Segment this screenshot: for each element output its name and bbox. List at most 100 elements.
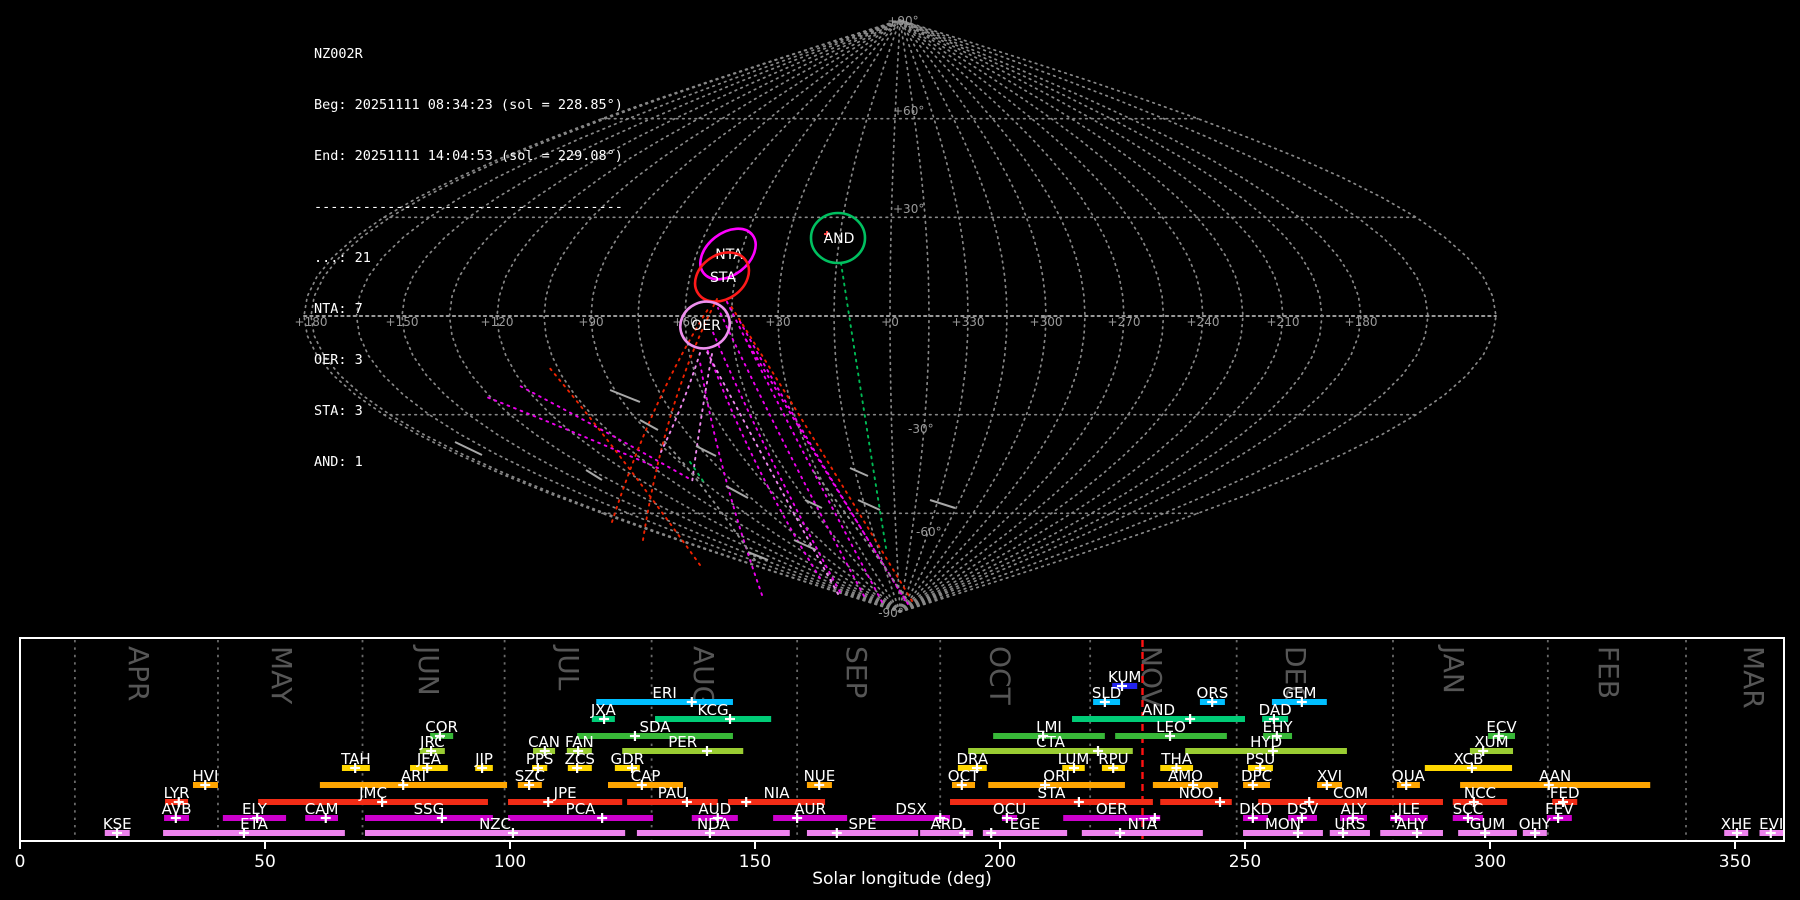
shower-label-NDA: NDA [697, 815, 731, 833]
shower-label-GUM: GUM [1470, 815, 1506, 833]
count-nta: NTA: 7 [314, 301, 363, 317]
month-label-JUN: JUN [412, 644, 445, 696]
shower-label-JEA: JEA [416, 750, 442, 768]
shower-label-XCB: XCB [1453, 750, 1483, 768]
shower-label-AAN: AAN [1539, 767, 1571, 785]
shower-label-AMO: AMO [1168, 767, 1203, 785]
sporadic-meteor [929, 499, 956, 509]
separator: -------------------------------------- [314, 199, 623, 215]
x-tick-label-50: 50 [254, 852, 276, 872]
shower-label-SSG: SSG [414, 800, 445, 818]
shower-label-EGE: EGE [1010, 815, 1041, 833]
x-tick-label-350: 350 [1719, 852, 1751, 872]
begin-time: Beg: 20251111 08:34:23 (sol = 228.85°) [314, 97, 623, 113]
month-label-JUL: JUL [552, 644, 585, 691]
x-tick-label-150: 150 [739, 852, 771, 872]
shower-label-KCG: KCG [698, 701, 729, 719]
x-tick-label-0: 0 [15, 852, 26, 872]
shower-label-OCT: OCT [948, 767, 980, 785]
shower-label-CAP: CAP [631, 767, 661, 785]
shower-label-PER: PER [668, 733, 697, 751]
meteor-trail [663, 440, 756, 561]
month-label-JAN: JAN [1437, 644, 1470, 694]
month-label-MAY: MAY [265, 646, 298, 705]
count-sta: STA: 3 [314, 403, 363, 419]
sporadic-meteor [747, 551, 769, 561]
shower-label-AHY: AHY [1396, 815, 1428, 833]
shower-label-PPS: PPS [526, 750, 554, 768]
lat-label: +60° [893, 104, 924, 118]
shower-label-CTA: CTA [1036, 733, 1065, 751]
x-tick-label-100: 100 [494, 852, 526, 872]
count-oer: OER: 3 [314, 352, 363, 368]
lat-label: +90° [887, 14, 918, 28]
radiant-label-OER: OER [691, 318, 721, 334]
shower-label-OER: OER [1096, 800, 1128, 818]
shower-label-JIP: JIP [474, 750, 493, 768]
shower-label-STA: STA [1038, 784, 1067, 802]
lon-label: +270 [1108, 315, 1141, 329]
shower-label-HYD: HYD [1250, 733, 1282, 751]
x-tick-label-300: 300 [1474, 852, 1506, 872]
lon-label: +30 [765, 315, 790, 329]
shower-label-GEM: GEM [1282, 684, 1316, 702]
shower-label-ARI: ARI [401, 767, 426, 785]
lon-label: +180 [1345, 315, 1378, 329]
shower-label-URS: URS [1334, 815, 1365, 833]
radiant-map-screen: { "header": { "lines": [ "NZ002R", "Beg:… [0, 0, 1800, 900]
station-id: NZ002R [314, 46, 363, 62]
count-sporadic: ...: 21 [314, 250, 371, 266]
shower-label-AND: AND [1142, 701, 1175, 719]
meteor-trail [840, 262, 887, 549]
shower-label-SDA: SDA [640, 718, 672, 736]
shower-label-ORI: ORI [1043, 767, 1070, 785]
shower-label-FAN: FAN [565, 733, 594, 751]
sporadic-meteor [849, 467, 869, 477]
shower-label-DRA: DRA [956, 750, 988, 768]
shower-label-ARD: ARD [930, 815, 962, 833]
lat-label: -30° [908, 422, 934, 436]
shower-label-XUM: XUM [1474, 733, 1508, 751]
shower-label-XVI: XVI [1317, 767, 1342, 785]
radiant-label-AND: AND [824, 231, 855, 247]
shower-label-DAD: DAD [1259, 701, 1292, 719]
shower-label-NIA: NIA [764, 784, 791, 802]
lon-label: +300 [1030, 315, 1063, 329]
stage: +180 +150 +120 +90 +60 +30 +0 +330 +300 +270 +240 +… [0, 0, 1800, 900]
shower-label-PAU: PAU [658, 784, 687, 802]
shower-label-CAM: CAM [305, 800, 339, 818]
lon-label: +330 [952, 315, 985, 329]
lat-label: +30° [893, 202, 924, 216]
lat-label: -90° [878, 606, 904, 620]
shower-label-QUA: QUA [1392, 767, 1426, 785]
shower-label-ZCS: ZCS [565, 750, 595, 768]
shower-label-NOO: NOO [1179, 784, 1214, 802]
lat-label: -60° [916, 525, 942, 539]
shower-label-SPE: SPE [849, 815, 877, 833]
meteor-trail [642, 298, 718, 541]
sporadic-meteor [725, 485, 749, 499]
lon-label: +0 [881, 315, 899, 329]
month-label-SEP: SEP [840, 646, 873, 698]
shower-label-MON: MON [1265, 815, 1301, 833]
shower-label-GDR: GDR [611, 750, 645, 768]
x-tick-label-250: 250 [1229, 852, 1261, 872]
plot-canvas: +180 +150 +120 +90 +60 +30 +0 +330 +300 +270 +240 +… [15, 14, 1785, 889]
lon-label: +210 [1267, 315, 1300, 329]
observation-info: NZ002R Beg: 20251111 08:34:23 (sol = 228… [314, 12, 623, 505]
shower-label-PCA: PCA [566, 800, 597, 818]
shower-label-NZC: NZC [479, 815, 511, 833]
shower-label-SLD: SLD [1092, 684, 1121, 702]
shower-label-DSX: DSX [895, 800, 926, 818]
shower-label-AUR: AUR [794, 800, 826, 818]
end-time: End: 20251111 14:04:53 (sol = 229.08°) [314, 148, 623, 164]
shower-label-NTA: NTA [1128, 815, 1158, 833]
x-axis-title: Solar longitude (deg) [812, 869, 992, 889]
month-label-FEB: FEB [1592, 646, 1625, 699]
month-label-APR: APR [122, 646, 155, 702]
shower-label-DPC: DPC [1241, 767, 1272, 785]
month-label-MAR: MAR [1737, 646, 1770, 709]
radiant-label-STA: STA [710, 270, 736, 286]
sporadic-meteor [857, 499, 881, 511]
activity-chart: APR MAY JUN JUL AUG SEP OCT NOV DEC JAN FEB MARKUME… [15, 637, 1785, 872]
